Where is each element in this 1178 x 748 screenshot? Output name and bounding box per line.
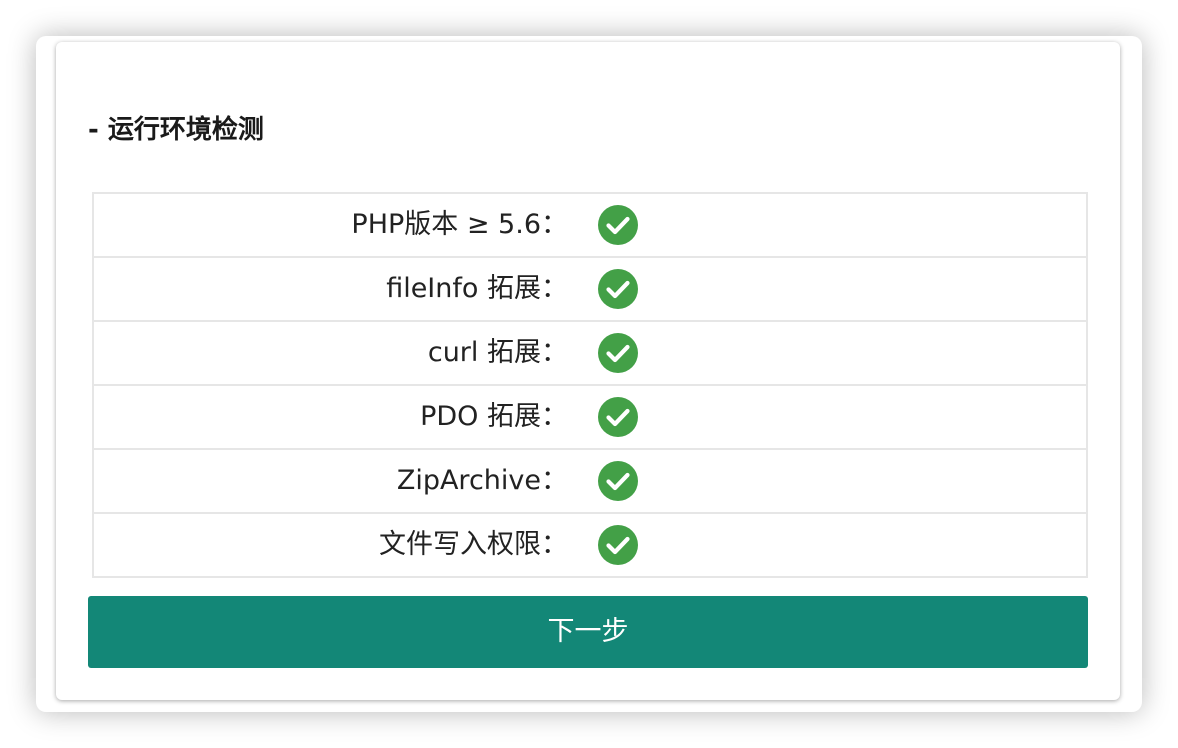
environment-check-table: PHP版本 ≥ 5.6： fileInfo 拓展： curl 拓展： PDO 拓…: [92, 192, 1088, 578]
check-label: ZipArchive：: [396, 465, 568, 496]
check-circle-icon: [598, 461, 638, 501]
check-row-file-write-permission: 文件写入权限：: [94, 514, 1086, 578]
check-circle-icon: [598, 205, 638, 245]
check-label: 文件写入权限：: [379, 529, 568, 560]
check-row-curl: curl 拓展：: [94, 322, 1086, 386]
check-circle-icon: [598, 397, 638, 437]
check-label: PDO 拓展：: [420, 401, 568, 432]
check-label: fileInfo 拓展：: [386, 273, 568, 304]
check-circle-icon: [598, 333, 638, 373]
check-circle-icon: [598, 269, 638, 309]
check-label: PHP版本 ≥ 5.6：: [351, 209, 568, 240]
next-step-button[interactable]: 下一步: [88, 596, 1088, 668]
section-title: - 运行环境检测: [88, 115, 264, 145]
check-row-pdo: PDO 拓展：: [94, 386, 1086, 450]
check-row-php-version: PHP版本 ≥ 5.6：: [94, 194, 1086, 258]
check-row-ziparchive: ZipArchive：: [94, 450, 1086, 514]
check-circle-icon: [598, 525, 638, 565]
check-label: curl 拓展：: [427, 337, 568, 368]
check-row-fileinfo: fileInfo 拓展：: [94, 258, 1086, 322]
